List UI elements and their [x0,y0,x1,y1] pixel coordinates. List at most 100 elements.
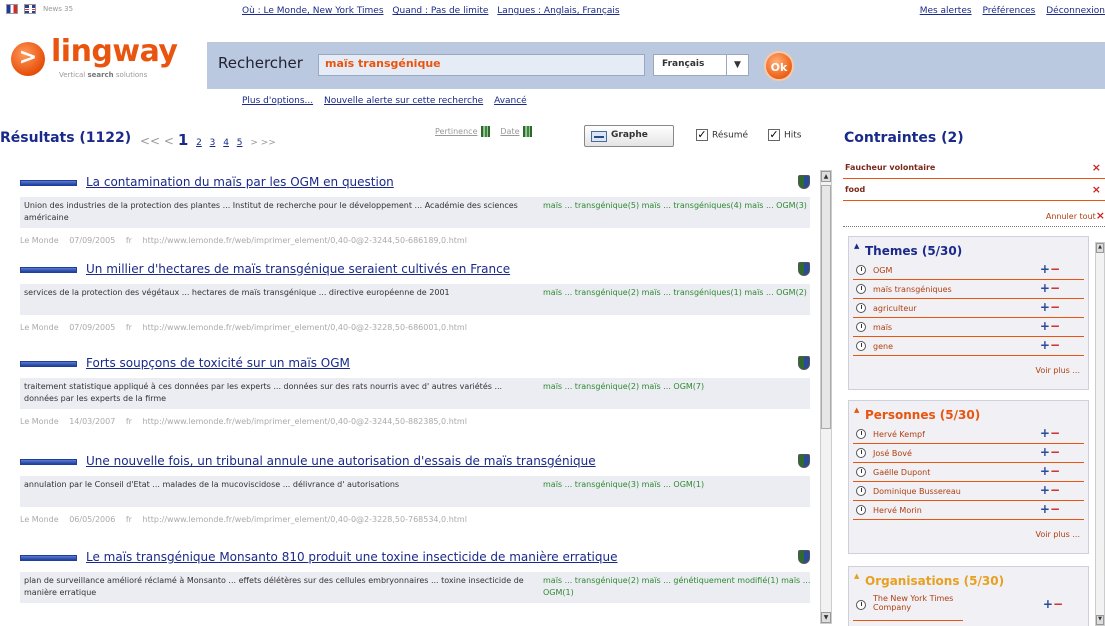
languages-link[interactable]: Langues : Anglais, Français [497,6,619,16]
shield-icon[interactable] [798,356,810,370]
shield-icon[interactable] [798,262,810,276]
facet-item-label[interactable]: Gaëlle Dupont [873,468,930,477]
plus-icon[interactable]: + [1040,319,1050,333]
facet-item[interactable]: Dominique Bussereau +− [853,482,1084,501]
language-select[interactable]: Français ▼ [653,54,749,76]
plus-icon[interactable]: + [1040,426,1050,440]
minus-icon[interactable]: − [1050,464,1060,478]
pager-page[interactable]: 3 [210,138,216,148]
result-title-link[interactable]: Une nouvelle fois, un tribunal annule un… [86,454,596,468]
minus-icon[interactable]: − [1050,426,1060,440]
minus-icon[interactable]: − [1050,483,1060,497]
result-url[interactable]: http://www.lemonde.fr/web/imprimer_eleme… [143,236,467,245]
plus-icon[interactable]: + [1040,502,1050,516]
plus-icon[interactable]: + [1040,445,1050,459]
pager-page[interactable]: 4 [223,138,229,148]
scroll-up-icon[interactable]: ▲ [821,171,831,182]
shield-icon[interactable] [798,454,810,468]
remove-icon[interactable]: × [1096,209,1105,222]
facet-item[interactable]: agriculteur +− [853,299,1084,318]
ok-button[interactable]: Ok [764,51,794,81]
result-title-link[interactable]: Un millier d'hectares de maïs transgéniq… [86,262,510,276]
facet-item-label[interactable]: Dominique Bussereau [873,487,961,496]
uk-flag-icon[interactable] [24,4,36,14]
result-url[interactable]: http://www.lemonde.fr/web/imprimer_eleme… [143,515,467,524]
facet-item-label[interactable]: Hervé Morin [873,506,922,515]
collapse-triangle-icon[interactable]: ▲ [854,406,859,414]
cancel-all-link[interactable]: Annuler tout× [843,201,1105,227]
results-scrollbar[interactable]: ▲ ▼ [820,170,832,624]
french-flag-icon[interactable] [6,4,18,14]
facet-item-label[interactable]: maïs transgéniques [873,285,952,294]
minus-icon[interactable]: − [1050,262,1060,276]
minus-icon[interactable]: − [1050,319,1060,333]
pager-next[interactable]: > >> [250,138,275,148]
sort-bars-icon[interactable] [480,126,490,137]
collapse-triangle-icon[interactable]: ▲ [854,572,859,580]
facet-title[interactable]: ▲ Themes (5/30) [849,237,1088,261]
facet-item[interactable]: Hervé Morin +− [853,501,1084,520]
cancel-all-label[interactable]: Annuler tout [1046,212,1096,221]
minus-icon[interactable]: − [1050,281,1060,295]
plus-icon[interactable]: + [1040,281,1050,295]
see-more-link[interactable]: Voir plus ... [849,356,1088,386]
checkbox-check-icon[interactable]: ✓ [696,129,708,141]
facet-item-label[interactable]: gene [873,342,893,351]
scrollbar-thumb[interactable] [821,185,831,429]
facets-scrollbar[interactable]: ▲ ▼ [1095,242,1105,626]
shield-icon[interactable] [798,550,810,564]
facet-item[interactable]: Hervé Kempf +− [853,425,1084,444]
facet-item[interactable]: José Bové +− [853,444,1084,463]
summary-checkbox[interactable]: ✓ Résumé [696,129,748,141]
facet-title[interactable]: ▲ Organisations (5/30) [849,567,1088,591]
result-title-link[interactable]: La contamination du maïs par les OGM en … [86,175,394,189]
plus-icon[interactable]: + [1040,262,1050,276]
when-link[interactable]: Quand : Pas de limite [392,6,488,16]
plus-icon[interactable]: + [1040,483,1050,497]
facet-item[interactable]: Gaëlle Dupont +− [853,463,1084,482]
pager-prev[interactable]: << < [140,134,174,148]
see-more-link[interactable]: Voir plus ... [849,520,1088,550]
facet-item-label[interactable]: The New York Times Company [873,594,953,612]
result-title-link[interactable]: Forts soupçons de toxicité sur un maïs O… [86,356,350,370]
where-link[interactable]: Où : Le Monde, New York Times [242,6,384,16]
facet-item[interactable]: OGM +− [853,261,1084,280]
facet-item-label[interactable]: maïs [873,323,892,332]
scroll-down-icon[interactable]: ▼ [1096,615,1104,625]
scroll-down-icon[interactable]: ▼ [821,612,831,623]
plus-icon[interactable]: + [1040,338,1050,352]
facet-item-label[interactable]: Hervé Kempf [873,430,925,439]
shield-icon[interactable] [798,175,810,189]
facet-item-label[interactable]: José Bové [873,449,912,458]
facet-item[interactable]: maïs transgéniques +− [853,280,1084,299]
more-options-link[interactable]: Plus d'options... [242,96,313,106]
minus-icon[interactable]: − [1053,597,1063,611]
result-url[interactable]: http://www.lemonde.fr/web/imprimer_eleme… [143,417,467,426]
minus-icon[interactable]: − [1050,300,1060,314]
facet-item[interactable]: gene +− [853,337,1084,356]
facet-title[interactable]: ▲ Personnes (5/30) [849,401,1088,425]
remove-icon[interactable]: × [1092,161,1101,174]
plus-icon[interactable]: + [1040,300,1050,314]
facet-item-label[interactable]: agriculteur [873,304,917,313]
dropdown-arrow-icon[interactable]: ▼ [726,55,748,75]
plus-icon[interactable]: + [1040,464,1050,478]
sort-date-link[interactable]: Date [500,127,519,136]
facet-item[interactable]: The New York Times Company +− [853,591,1063,621]
scroll-up-icon[interactable]: ▲ [1096,243,1104,253]
collapse-triangle-icon[interactable]: ▲ [854,242,859,250]
sort-bars-icon[interactable] [522,126,532,137]
minus-icon[interactable]: − [1050,502,1060,516]
pager-page[interactable]: 5 [237,138,243,148]
pager-page[interactable]: 2 [196,138,202,148]
preferences-link[interactable]: Préférences [982,6,1035,16]
checkbox-check-icon[interactable]: ✓ [768,129,780,141]
search-input[interactable]: maïs transgénique [318,54,645,76]
sort-relevance-link[interactable]: Pertinence [435,127,478,136]
result-title-link[interactable]: Le maïs transgénique Monsanto 810 produi… [86,550,618,564]
hits-checkbox[interactable]: ✓ Hits [768,129,802,141]
graph-button[interactable]: Graphe [584,125,674,147]
plus-icon[interactable]: + [1043,597,1053,611]
minus-icon[interactable]: − [1050,338,1060,352]
facet-item-label[interactable]: OGM [873,266,892,275]
